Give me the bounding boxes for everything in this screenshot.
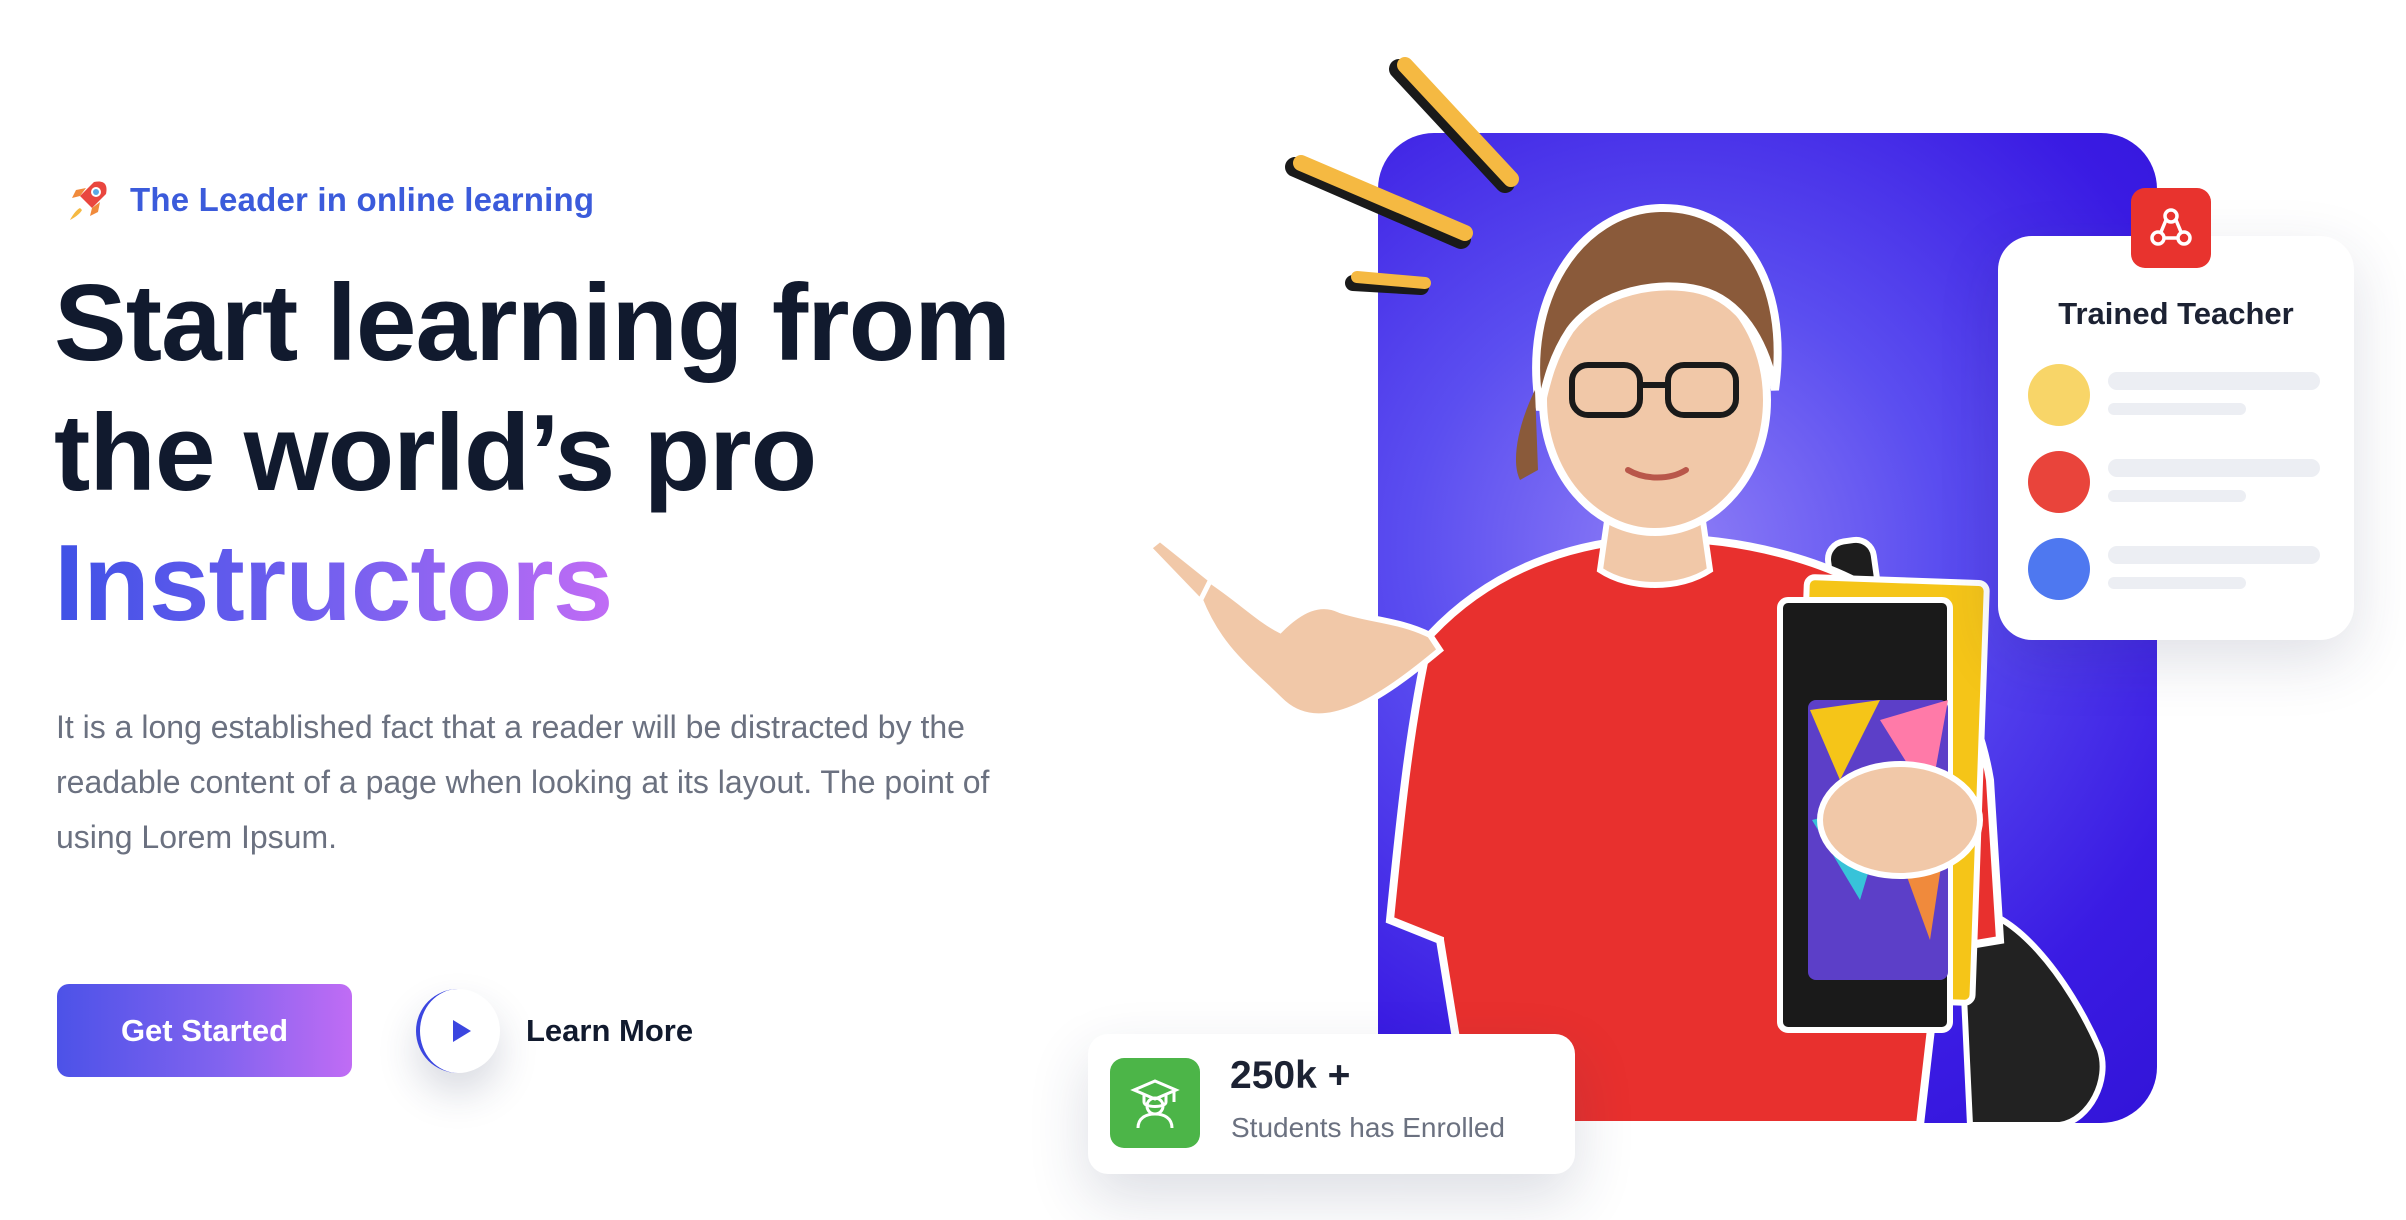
students-label: Students has Enrolled (1231, 1112, 1505, 1143)
play-button[interactable] (416, 989, 500, 1073)
teacher-list-item (2028, 364, 2328, 428)
avatar (2028, 538, 2090, 600)
headline-line-1: Start learning from (54, 262, 1011, 384)
network-icon (2150, 208, 2192, 246)
tagline: The Leader in online learning (64, 176, 594, 224)
learn-more-link[interactable]: Learn More (416, 987, 693, 1075)
tagline-text: The Leader in online learning (130, 181, 595, 218)
play-icon (453, 1020, 471, 1042)
students-enrolled-card: 250k + Students has Enrolled (1088, 1034, 1575, 1174)
teacher-card-title: Trained Teacher (2058, 296, 2294, 331)
placeholder-line (2108, 577, 2246, 589)
placeholder-line (2108, 546, 2320, 564)
graduate-icon (1130, 1079, 1180, 1129)
trained-teacher-card: Trained Teacher (1998, 236, 2354, 640)
teacher-list-item (2028, 451, 2328, 515)
placeholder-line (2108, 403, 2246, 415)
headline-highlight: Instructors (54, 518, 613, 648)
students-count: 250k + (1230, 1054, 1351, 1097)
hero-description: It is a long established fact that a rea… (56, 709, 990, 855)
headline-line-2: the world’s pro (54, 392, 817, 514)
hero-headline: Start learning from the world’s pro Inst… (54, 258, 1154, 648)
teacher-list-item (2028, 538, 2328, 602)
teacher-badge (2131, 188, 2211, 268)
rocket-icon (70, 181, 107, 220)
students-badge (1110, 1058, 1200, 1148)
placeholder-line (2108, 459, 2320, 477)
placeholder-line (2108, 490, 2246, 502)
learn-more-label: Learn More (526, 1013, 694, 1048)
avatar (2028, 364, 2090, 426)
get-started-button[interactable]: Get Started (57, 984, 352, 1077)
avatar (2028, 451, 2090, 513)
placeholder-line (2108, 372, 2320, 390)
